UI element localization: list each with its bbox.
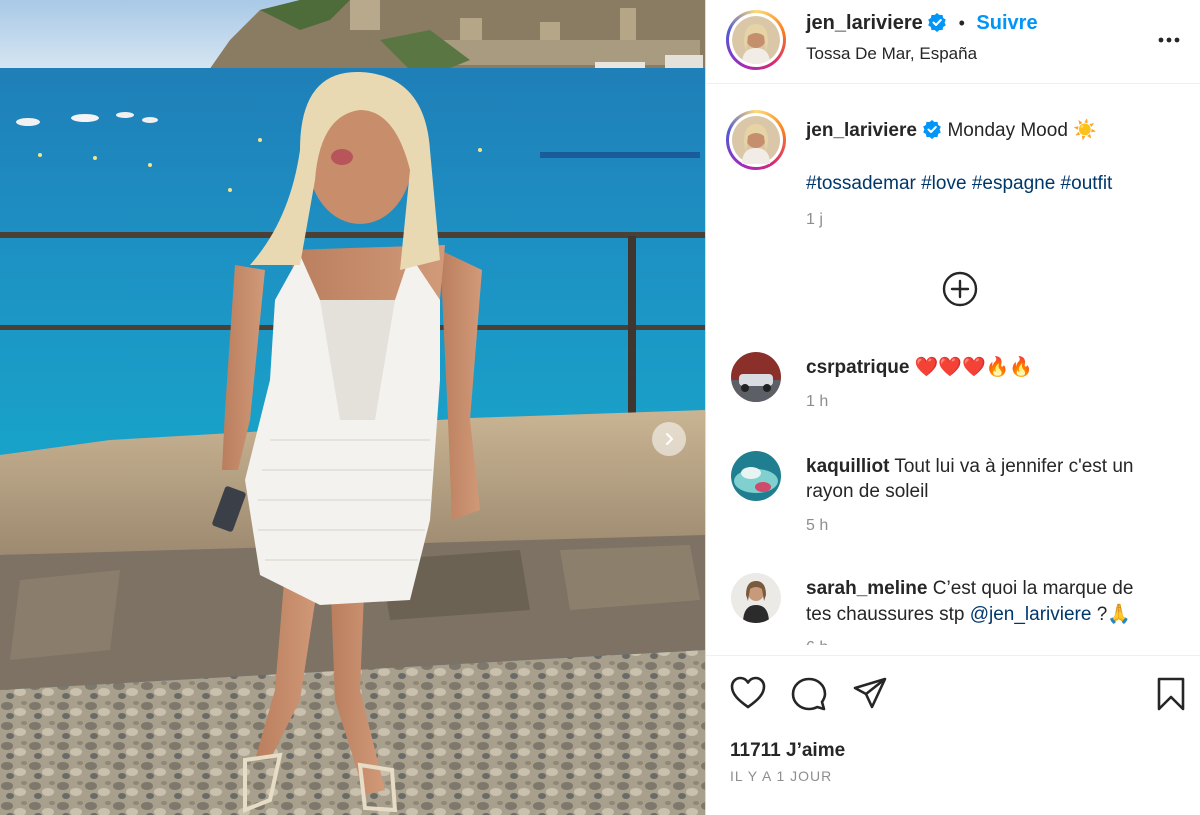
verified-badge-icon [923, 120, 942, 139]
post-time[interactable]: IL Y A 1 JOUR [730, 768, 832, 784]
post-header: jen_lariviere • Suivre Tossa De Mar, Esp… [706, 0, 1200, 84]
post-location[interactable]: Tossa De Mar, España [806, 44, 977, 64]
comment-username[interactable]: kaquilliot [806, 456, 889, 477]
comment-text-line-1: C’est quoi la marque de [932, 578, 1134, 599]
like-button[interactable] [730, 676, 766, 715]
caption-time[interactable]: 1 j [806, 211, 823, 229]
comment-text-line-2-end: ?🙏 [1091, 604, 1131, 625]
avatar[interactable] [731, 451, 781, 501]
caption-avatar-ring[interactable] [726, 110, 786, 170]
heart-icon [730, 676, 766, 709]
next-photo-button[interactable] [652, 422, 686, 456]
bookmark-icon [1157, 677, 1185, 711]
save-button[interactable] [1156, 676, 1186, 717]
comment-username[interactable]: csrpatrique [806, 357, 909, 378]
comment-time[interactable]: 6 h [806, 639, 828, 645]
photo-scene [0, 0, 705, 815]
plus-circle-icon [942, 271, 978, 307]
comment-time[interactable]: 1 h [806, 393, 828, 411]
chevron-right-icon [666, 433, 673, 445]
post-details-panel: jen_lariviere • Suivre Tossa De Mar, Esp… [705, 0, 1200, 815]
caption-text: Monday Mood ☀️ [947, 120, 1097, 141]
avatar [732, 16, 780, 64]
likes-count[interactable]: 11711 J’aime [730, 740, 845, 762]
avatar[interactable] [731, 573, 781, 623]
author-username[interactable]: jen_lariviere [806, 12, 923, 34]
post-photo[interactable] [0, 0, 705, 815]
comment-time[interactable]: 5 h [806, 517, 828, 535]
comments-list: jen_lariviere Monday Mood ☀️ #tossademar… [706, 85, 1200, 645]
comment-mention[interactable]: @jen_lariviere [970, 604, 1092, 625]
more-options-button[interactable] [1157, 28, 1181, 57]
comment-text-line-2: rayon de soleil [806, 481, 929, 502]
load-more-comments-button[interactable] [942, 271, 978, 312]
paper-plane-icon [853, 677, 887, 709]
instagram-post-view: jen_lariviere • Suivre Tossa De Mar, Esp… [0, 0, 1200, 815]
avatar[interactable] [731, 352, 781, 402]
more-options-icon [1158, 37, 1180, 43]
post-actions: 11711 J’aime IL Y A 1 JOUR [706, 655, 1200, 815]
author-avatar-ring[interactable] [726, 10, 786, 70]
verified-badge-icon [928, 13, 947, 32]
avatar [732, 116, 780, 164]
comment-bubble-icon [791, 677, 827, 711]
comment-text-line-2: tes chaussures stp [806, 604, 970, 625]
comment-text-line-1: Tout lui va à jennifer c'est un [894, 456, 1134, 477]
share-button[interactable] [852, 676, 888, 717]
comment-username[interactable]: sarah_meline [806, 578, 927, 599]
follow-button[interactable]: Suivre [976, 12, 1037, 34]
separator-dot: • [958, 13, 965, 33]
caption-hashtags[interactable]: #tossademar #love #espagne #outfit [806, 173, 1112, 195]
comment-text: ❤️❤️❤️🔥🔥 [914, 357, 1034, 378]
comment-button[interactable] [791, 676, 827, 717]
caption-username[interactable]: jen_lariviere [806, 120, 917, 141]
